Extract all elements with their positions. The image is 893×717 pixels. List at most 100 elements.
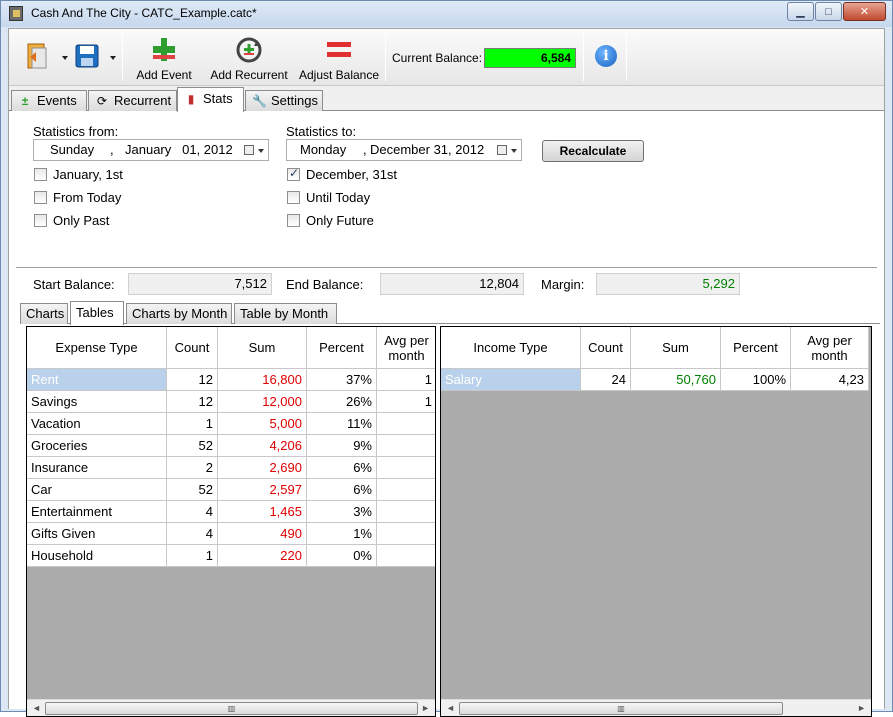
- income-horizontal-scrollbar[interactable]: ◄ ▥ ►: [441, 699, 871, 716]
- add-event-label: Add Event: [136, 68, 192, 82]
- table-cell: Groceries: [27, 435, 167, 457]
- expense-horizontal-scrollbar[interactable]: ◄ ▥ ►: [27, 699, 435, 716]
- table-cell: [377, 457, 435, 479]
- add-recurrent-button[interactable]: Add Recurrent: [208, 29, 290, 85]
- save-button[interactable]: [69, 29, 117, 85]
- settings-icon: 🔧: [252, 94, 267, 108]
- column-header[interactable]: Income Type: [441, 327, 581, 369]
- column-header[interactable]: Percent: [721, 327, 791, 369]
- table-row[interactable]: Salary 24 50,760 100% 4,23: [441, 369, 869, 391]
- save-dropdown-icon[interactable]: [110, 56, 116, 60]
- table-cell: 37%: [307, 369, 377, 391]
- table-row[interactable]: Insurance 2 2,690 6%: [27, 457, 435, 479]
- from-today-label: From Today: [53, 190, 122, 205]
- current-balance-label: Current Balance:: [392, 51, 483, 65]
- table-cell: 2,690: [218, 457, 307, 479]
- only-past-label: Only Past: [53, 213, 110, 228]
- only-past-checkbox[interactable]: [34, 214, 47, 227]
- expense-table[interactable]: Expense Type Count Sum Percent Avg per month…: [26, 326, 436, 717]
- only-future-checkbox[interactable]: [287, 214, 300, 227]
- recurrent-icon: ⟳: [96, 94, 108, 108]
- december-31st-checkbox[interactable]: [287, 166, 300, 181]
- statistics-to-date-picker[interactable]: Monday , December 31, 2012: [286, 139, 522, 161]
- adjust-balance-label: Adjust Balance: [298, 68, 380, 82]
- adjust-balance-button[interactable]: Adjust Balance: [296, 29, 382, 85]
- tab-tables[interactable]: Tables: [70, 301, 124, 325]
- income-table-rows: Salary 24 50,760 100% 4,23: [441, 369, 869, 391]
- tab-events[interactable]: ± Events: [11, 90, 87, 111]
- expense-table-rows: Rent 12 16,800 37% 1 Savings 12 12,000 26% 1 Vacat…: [27, 369, 435, 567]
- close-icon: ✕: [859, 6, 870, 18]
- tab-charts[interactable]: Charts: [20, 303, 68, 324]
- add-event-button[interactable]: Add Event: [131, 29, 197, 85]
- column-header[interactable]: Expense Type: [27, 327, 167, 369]
- section-divider: [16, 267, 877, 269]
- minimize-button[interactable]: ▁: [787, 2, 814, 21]
- maximize-button[interactable]: □: [815, 2, 842, 21]
- table-cell: 100%: [721, 369, 791, 391]
- table-cell: 2,597: [218, 479, 307, 501]
- table-cell: Vacation: [27, 413, 167, 435]
- table-row[interactable]: Household 1 220 0%: [27, 545, 435, 567]
- tab-settings[interactable]: 🔧 Settings: [245, 90, 323, 111]
- title-bar[interactable]: Cash And The City - CATC_Example.catc* ▁…: [1, 1, 892, 27]
- table-cell: [377, 435, 435, 457]
- column-header[interactable]: Sum: [218, 327, 307, 369]
- table-cell: 6%: [307, 457, 377, 479]
- open-dropdown-icon[interactable]: [62, 56, 68, 60]
- recalculate-button[interactable]: Recalculate: [542, 140, 644, 162]
- table-row[interactable]: Rent 12 16,800 37% 1: [27, 369, 435, 391]
- table-cell: 52: [167, 479, 218, 501]
- column-header[interactable]: Avg per month: [377, 327, 435, 369]
- table-cell: [377, 413, 435, 435]
- table-row[interactable]: Car 52 2,597 6%: [27, 479, 435, 501]
- table-cell: [377, 523, 435, 545]
- table-cell: 1: [377, 391, 435, 413]
- stats-sub-tab-bar: Charts Tables Charts by Month Table by M…: [20, 301, 880, 325]
- table-cell: [377, 479, 435, 501]
- table-cell: 1,465: [218, 501, 307, 523]
- scroll-thumb[interactable]: ▥: [459, 702, 783, 715]
- table-cell: Insurance: [27, 457, 167, 479]
- tab-charts-by-month[interactable]: Charts by Month: [126, 303, 232, 324]
- calendar-icon: [244, 145, 254, 155]
- from-today-checkbox[interactable]: [34, 191, 47, 204]
- table-cell: 3%: [307, 501, 377, 523]
- table-cell: 11%: [307, 413, 377, 435]
- table-cell: 6%: [307, 479, 377, 501]
- income-table[interactable]: Income Type Count Sum Percent Avg per month …: [440, 326, 872, 717]
- table-cell: 5,000: [218, 413, 307, 435]
- table-row[interactable]: Vacation 1 5,000 11%: [27, 413, 435, 435]
- toolbar: Add Event Add Recurrent Adjust Balance C…: [9, 29, 884, 86]
- column-header[interactable]: Avg per month: [791, 327, 869, 369]
- table-cell: 4,206: [218, 435, 307, 457]
- december-31st-label: December, 31st: [306, 167, 398, 182]
- table-cell: Household: [27, 545, 167, 567]
- open-button[interactable]: [17, 29, 68, 85]
- tab-stats[interactable]: ▮ Stats: [177, 87, 244, 112]
- save-disk-icon: [75, 44, 99, 68]
- column-header[interactable]: Count: [167, 327, 218, 369]
- only-future-label: Only Future: [306, 213, 374, 228]
- table-cell: Salary: [441, 369, 581, 391]
- column-header[interactable]: Count: [581, 327, 631, 369]
- until-today-checkbox[interactable]: [287, 191, 300, 204]
- january-first-checkbox[interactable]: [34, 168, 47, 181]
- table-cell: [377, 545, 435, 567]
- info-icon[interactable]: i: [595, 45, 617, 67]
- table-row[interactable]: Gifts Given 4 490 1%: [27, 523, 435, 545]
- column-header[interactable]: Percent: [307, 327, 377, 369]
- table-row[interactable]: Savings 12 12,000 26% 1: [27, 391, 435, 413]
- table-row[interactable]: Entertainment 4 1,465 3%: [27, 501, 435, 523]
- statistics-from-date-picker[interactable]: Sunday , January 01, 2012: [33, 139, 269, 161]
- tab-table-by-month[interactable]: Table by Month: [234, 303, 337, 324]
- minimize-icon: ▁: [796, 6, 805, 18]
- chevron-down-icon: [258, 149, 264, 153]
- table-cell: 50,760: [631, 369, 721, 391]
- column-header[interactable]: Sum: [631, 327, 721, 369]
- tab-recurrent[interactable]: ⟳ Recurrent: [88, 90, 177, 111]
- table-cell: 16,800: [218, 369, 307, 391]
- close-button[interactable]: ✕: [843, 2, 886, 21]
- scroll-thumb[interactable]: ▥: [45, 702, 418, 715]
- table-row[interactable]: Groceries 52 4,206 9%: [27, 435, 435, 457]
